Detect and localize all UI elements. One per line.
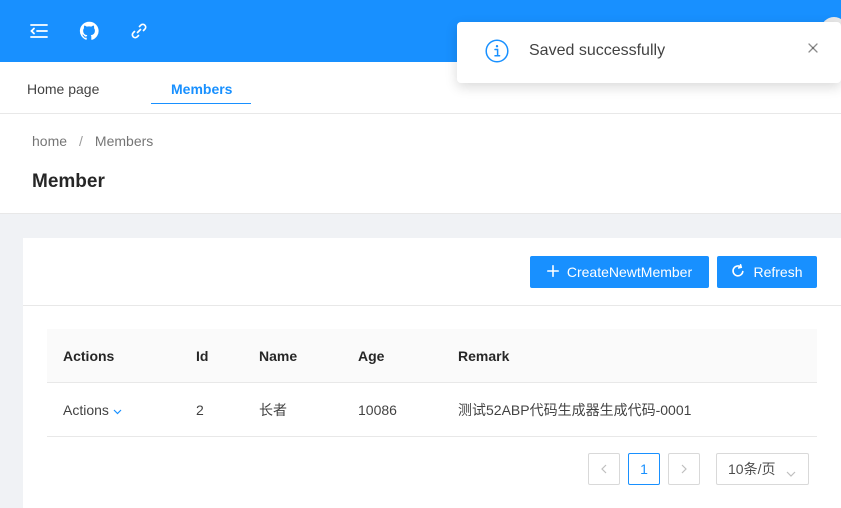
create-member-button[interactable]: CreateNewtMember (530, 256, 709, 288)
github-icon[interactable] (77, 19, 101, 43)
refresh-button[interactable]: Refresh (717, 256, 817, 288)
reload-icon (731, 263, 745, 281)
row-actions-label: Actions (63, 402, 109, 418)
breadcrumb-home[interactable]: home (32, 133, 67, 149)
cell-age: 10086 (358, 402, 397, 418)
plus-icon (546, 264, 559, 280)
page-size-select[interactable]: 10条/页 (716, 453, 809, 485)
page-header: home / Members Member (0, 114, 841, 214)
active-tab-indicator (151, 103, 251, 104)
breadcrumb-separator: / (79, 133, 83, 149)
members-table: Actions Id Name Age Remark Actions 2 长者 … (47, 329, 817, 437)
column-header-actions: Actions (63, 348, 115, 364)
link-icon[interactable] (127, 19, 151, 43)
close-icon[interactable] (807, 41, 819, 53)
content-card: CreateNewtMember Refresh Actions Id Name… (23, 238, 841, 508)
chevron-right-icon (681, 461, 687, 477)
table-row: Actions 2 长者 10086 测试52ABP代码生成器生成代码-0001 (47, 383, 817, 437)
create-member-label: CreateNewtMember (566, 264, 693, 280)
column-header-name: Name (259, 348, 298, 364)
cell-remark: 测试52ABP代码生成器生成代码-0001 (458, 402, 692, 418)
column-header-remark: Remark (458, 348, 510, 364)
table-header: Actions Id Name Age Remark (47, 329, 817, 383)
refresh-label: Refresh (753, 264, 803, 280)
row-actions-dropdown[interactable]: Actions (63, 383, 122, 437)
notification-message: Saved successfully (529, 42, 666, 59)
next-page-button[interactable] (668, 453, 700, 485)
page-1-button[interactable]: 1 (628, 453, 660, 485)
menu-fold-icon[interactable] (27, 19, 51, 43)
notification-toast: Saved successfully (457, 22, 841, 83)
breadcrumb-members: Members (94, 133, 154, 149)
tab-home-page[interactable]: Home page (27, 62, 99, 114)
page-title: Member (32, 171, 105, 192)
chevron-down-icon (113, 383, 122, 437)
cell-id: 2 (196, 402, 204, 418)
info-circle-icon (485, 39, 509, 66)
cell-name: 长者 (259, 402, 287, 418)
page-size-value: 10条/页 (728, 461, 776, 477)
column-header-age: Age (358, 348, 385, 364)
chevron-down-icon (786, 464, 796, 480)
breadcrumb: home / Members (32, 133, 153, 149)
prev-page-button[interactable] (588, 453, 620, 485)
tab-members[interactable]: Members (171, 62, 232, 114)
column-header-id: Id (196, 348, 209, 364)
card-toolbar: CreateNewtMember Refresh (23, 238, 841, 306)
chevron-left-icon (601, 461, 607, 477)
